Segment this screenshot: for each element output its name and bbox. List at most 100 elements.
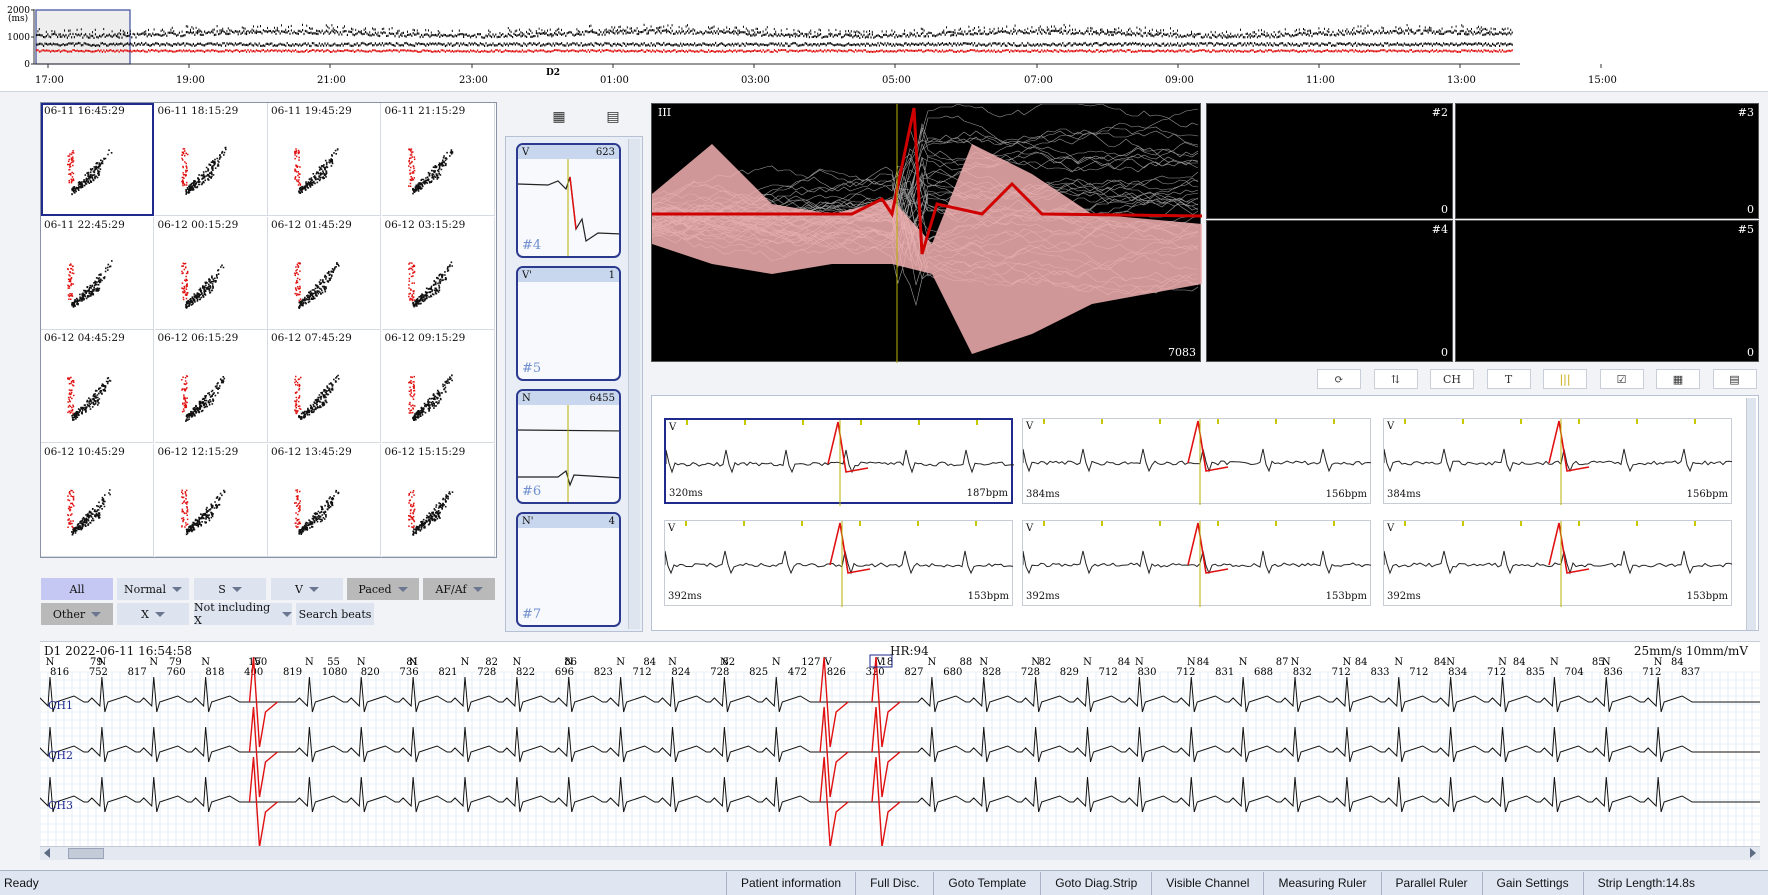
scatter-cell[interactable]: 06-12 01:45:29 — [268, 216, 381, 330]
filter-not-including-x[interactable]: Not including X — [193, 601, 293, 627]
scatter-cell[interactable]: 06-12 13:45:29 — [268, 443, 381, 557]
scroll-thumb[interactable] — [68, 848, 104, 859]
list-layout-button[interactable]: ▤ — [591, 107, 635, 127]
chevron-down-icon[interactable] — [172, 586, 182, 592]
scatter-ectopic-points — [294, 488, 302, 528]
status-button-goto-template[interactable]: Goto Template — [933, 871, 1040, 895]
beat-strip[interactable]: V 320ms 187bpm — [664, 418, 1015, 506]
chevron-down-icon[interactable] — [308, 586, 319, 592]
ecg-horizontal-scrollbar[interactable] — [40, 846, 1760, 860]
overlay-cell[interactable]: #4 0 — [1206, 220, 1453, 362]
filter-x[interactable]: X — [116, 602, 190, 626]
overlay-cell-count: 0 — [1441, 203, 1448, 216]
overlay-cell[interactable]: #5 0 — [1455, 220, 1759, 362]
grid-layout-button[interactable]: ▦ — [537, 107, 581, 127]
filter-search-beats[interactable]: Search beats — [295, 602, 375, 626]
scatter-cell[interactable]: 06-12 07:45:29 — [268, 330, 381, 443]
refresh-button[interactable]: ⟳ — [1317, 369, 1361, 389]
chevron-down-icon[interactable] — [397, 586, 408, 592]
chevron-down-icon[interactable] — [231, 586, 242, 592]
template-card[interactable]: N' 4 #7 — [516, 512, 621, 627]
scatter-cell[interactable]: 06-12 03:15:29 — [381, 216, 495, 330]
filter-paced[interactable]: Paced — [346, 577, 420, 601]
scatter-plot — [67, 149, 113, 196]
grid-button[interactable]: ▦ — [1656, 369, 1700, 389]
scatter-plot — [294, 261, 340, 309]
status-button-full-disc[interactable]: Full Disc. — [855, 871, 933, 895]
tile-button[interactable]: ▤ — [1712, 369, 1757, 389]
scroll-left-icon[interactable] — [44, 848, 50, 858]
scroll-right-icon[interactable] — [1750, 848, 1756, 858]
beat-strip[interactable]: V 392ms 153bpm — [664, 520, 1014, 607]
filter-label: All — [69, 582, 85, 596]
scatter-cell[interactable]: 06-12 04:45:29 — [41, 330, 154, 443]
template-card[interactable]: N 6455 #6 — [516, 389, 621, 504]
status-button-strip-length-14-8s[interactable]: Strip Length:14.8s — [1582, 871, 1709, 895]
channel-button[interactable]: CH — [1430, 369, 1474, 389]
chevron-down-icon[interactable] — [154, 611, 165, 617]
chevron-down-icon[interactable] — [282, 611, 292, 617]
channels-button[interactable]: ||| — [1543, 369, 1587, 389]
filter-label: Other — [52, 607, 86, 621]
chevron-down-icon[interactable] — [472, 586, 483, 592]
scatter-cell[interactable]: 06-11 16:45:29 — [41, 103, 154, 216]
trend-time-tick: 23:00 — [459, 75, 488, 86]
scatter-normal-points — [71, 488, 111, 535]
filter-all[interactable]: All — [40, 577, 114, 601]
beat-strip[interactable]: V 392ms 153bpm — [1022, 520, 1372, 607]
filter-af-af[interactable]: AF/Af — [422, 577, 496, 601]
scatter-cell[interactable]: 06-12 15:15:29 — [381, 443, 495, 557]
strip-scrollbar[interactable] — [1746, 398, 1756, 630]
overlay-cell-count: 0 — [1747, 346, 1754, 359]
scatter-cell[interactable]: 06-12 12:15:29 — [154, 443, 268, 557]
scatter-plot — [180, 489, 225, 535]
status-button-visible-channel[interactable]: Visible Channel — [1151, 871, 1263, 895]
scatter-cell[interactable]: 06-11 22:45:29 — [41, 216, 154, 330]
rr-trend-plot[interactable]: 200010000(ms)17:00 19:00 21:00 23:00 01:00 03… — [0, 0, 1768, 92]
filter-normal[interactable]: Normal — [116, 577, 190, 601]
template-scrollbar[interactable] — [628, 139, 640, 629]
filter-s[interactable]: S — [193, 577, 267, 601]
filter-other[interactable]: Other — [40, 602, 114, 626]
overlay-cell-count: 0 — [1747, 203, 1754, 216]
rr-trend-chart[interactable]: 2000 1000 0 (ms) 17:00 19:00 21:00 23:00 01:00 03… — [0, 0, 1768, 92]
trend-y-unit: (ms) — [8, 13, 28, 24]
beat-strip[interactable]: V 384ms 156bpm — [1383, 418, 1733, 505]
status-button-parallel-ruler[interactable]: Parallel Ruler — [1380, 871, 1482, 895]
trend-time-tick: 15:00 — [1588, 75, 1617, 86]
ecg-strip[interactable]: N N N N V N N N N N N N N N N V V N N N N N N N N N N N N N N N 816 752 81… — [40, 641, 1760, 859]
check-button[interactable]: ☑ — [1599, 369, 1644, 389]
scatter-cell[interactable]: 06-11 19:45:29 — [268, 103, 381, 216]
overlay-lead-label: III — [658, 106, 672, 119]
scatter-ectopic-points — [407, 489, 415, 528]
scatter-cell[interactable]: 06-12 00:15:29 — [154, 216, 268, 330]
chevron-down-icon[interactable] — [91, 611, 102, 617]
beat-strip[interactable]: V 384ms 156bpm — [1022, 418, 1372, 505]
beat-overlay-view[interactable]: III 7083 — [651, 103, 1203, 363]
scatter-cell[interactable]: 06-11 18:15:29 — [154, 103, 268, 216]
template-card[interactable]: V' 1 #5 — [516, 266, 621, 381]
status-button-gain-settings[interactable]: Gain Settings — [1481, 871, 1583, 895]
scatter-ectopic-points — [407, 375, 415, 414]
strip-beat-marker — [1101, 419, 1103, 424]
scatter-cell[interactable]: 06-12 06:15:29 — [154, 330, 268, 443]
scatter-normal-points — [71, 377, 112, 421]
overlay-cell[interactable]: #2 0 — [1206, 103, 1453, 219]
text-button[interactable]: T — [1486, 369, 1531, 389]
beat-strip[interactable]: V 392ms 153bpm — [1383, 520, 1733, 607]
scatter-timestamp: 06-12 04:45:29 — [44, 332, 125, 344]
status-button-goto-diag-strip[interactable]: Goto Diag.Strip — [1040, 871, 1151, 895]
template-card[interactable]: V 623 #4 — [516, 143, 621, 258]
scatter-plot — [294, 374, 340, 420]
scatter-plot — [294, 488, 340, 535]
scatter-cell[interactable]: 06-12 10:45:29 — [41, 443, 154, 557]
strip-beat-marker — [1217, 521, 1219, 526]
rr-ms-label: 1080 — [322, 667, 347, 678]
overlay-cell[interactable]: #3 0 — [1455, 103, 1759, 219]
status-button-measuring-ruler[interactable]: Measuring Ruler — [1263, 871, 1380, 895]
filter-v[interactable]: V — [270, 577, 344, 601]
scatter-cell[interactable]: 06-11 21:15:29 — [381, 103, 495, 216]
scatter-cell[interactable]: 06-12 09:15:29 — [381, 330, 495, 443]
sort-button[interactable]: ⇅ — [1373, 369, 1418, 389]
status-button-patient-information[interactable]: Patient information — [726, 871, 855, 895]
